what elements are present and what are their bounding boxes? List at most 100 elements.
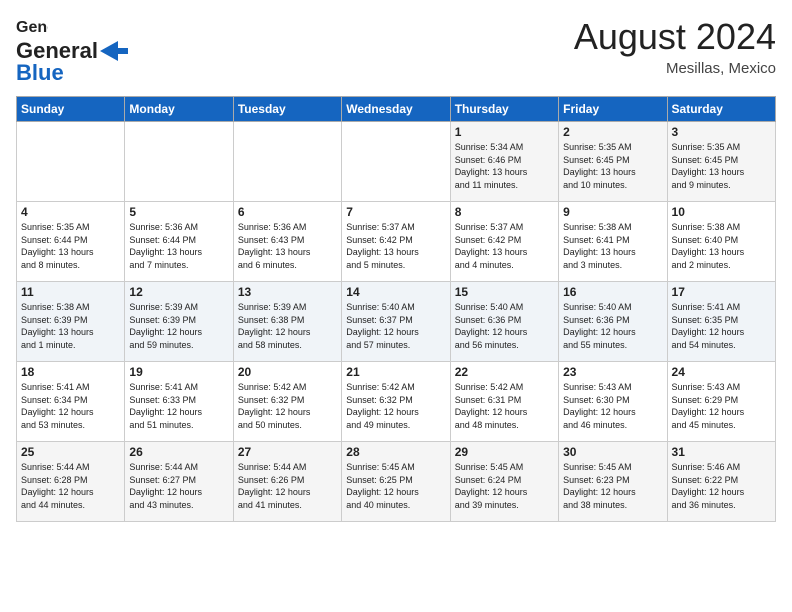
calendar-cell: 9 Sunrise: 5:38 AM Sunset: 6:41 PM Daylig…	[559, 202, 667, 282]
calendar-table: SundayMondayTuesdayWednesdayThursdayFrid…	[16, 96, 776, 522]
day-info: Sunrise: 5:35 AM Sunset: 6:44 PM Dayligh…	[21, 221, 120, 271]
day-info: Sunrise: 5:44 AM Sunset: 6:27 PM Dayligh…	[129, 461, 228, 511]
day-number: 1	[455, 125, 554, 139]
calendar-cell: 25 Sunrise: 5:44 AM Sunset: 6:28 PM Dayli…	[17, 442, 125, 522]
calendar-cell: 26 Sunrise: 5:44 AM Sunset: 6:27 PM Dayli…	[125, 442, 233, 522]
day-info: Sunrise: 5:36 AM Sunset: 6:43 PM Dayligh…	[238, 221, 337, 271]
day-info: Sunrise: 5:43 AM Sunset: 6:30 PM Dayligh…	[563, 381, 662, 431]
day-info: Sunrise: 5:35 AM Sunset: 6:45 PM Dayligh…	[672, 141, 771, 191]
day-info: Sunrise: 5:45 AM Sunset: 6:25 PM Dayligh…	[346, 461, 445, 511]
calendar-cell: 20 Sunrise: 5:42 AM Sunset: 6:32 PM Dayli…	[233, 362, 341, 442]
calendar-cell: 16Sunrise: 5:40 AM Sunset: 6:36 PM Dayli…	[559, 282, 667, 362]
day-info: Sunrise: 5:45 AM Sunset: 6:23 PM Dayligh…	[563, 461, 662, 511]
calendar-cell	[125, 122, 233, 202]
weekday-header: Tuesday	[233, 97, 341, 122]
day-number: 5	[129, 205, 228, 219]
day-info: Sunrise: 5:40 AM Sunset: 6:36 PM Dayligh…	[563, 301, 662, 351]
day-number: 8	[455, 205, 554, 219]
weekday-header: Thursday	[450, 97, 558, 122]
day-number: 25	[21, 445, 120, 459]
logo-arrow-icon	[100, 41, 128, 61]
calendar-cell: 28 Sunrise: 5:45 AM Sunset: 6:25 PM Dayli…	[342, 442, 450, 522]
day-info: Sunrise: 5:38 AM Sunset: 6:41 PM Dayligh…	[563, 221, 662, 271]
day-number: 19	[129, 365, 228, 379]
calendar-cell: 5 Sunrise: 5:36 AM Sunset: 6:44 PM Daylig…	[125, 202, 233, 282]
calendar-cell: 6 Sunrise: 5:36 AM Sunset: 6:43 PM Daylig…	[233, 202, 341, 282]
day-number: 21	[346, 365, 445, 379]
weekday-header: Monday	[125, 97, 233, 122]
day-number: 9	[563, 205, 662, 219]
calendar-cell: 7 Sunrise: 5:37 AM Sunset: 6:42 PM Daylig…	[342, 202, 450, 282]
day-info: Sunrise: 5:34 AM Sunset: 6:46 PM Dayligh…	[455, 141, 554, 191]
calendar-cell: 1 Sunrise: 5:34 AM Sunset: 6:46 PM Daylig…	[450, 122, 558, 202]
calendar-cell: 8Sunrise: 5:37 AM Sunset: 6:42 PM Daylig…	[450, 202, 558, 282]
calendar-row: 4Sunrise: 5:35 AM Sunset: 6:44 PM Daylig…	[17, 202, 776, 282]
day-info: Sunrise: 5:44 AM Sunset: 6:26 PM Dayligh…	[238, 461, 337, 511]
day-info: Sunrise: 5:45 AM Sunset: 6:24 PM Dayligh…	[455, 461, 554, 511]
day-number: 31	[672, 445, 771, 459]
day-number: 7	[346, 205, 445, 219]
day-info: Sunrise: 5:40 AM Sunset: 6:37 PM Dayligh…	[346, 301, 445, 351]
day-info: Sunrise: 5:42 AM Sunset: 6:32 PM Dayligh…	[238, 381, 337, 431]
day-info: Sunrise: 5:40 AM Sunset: 6:36 PM Dayligh…	[455, 301, 554, 351]
day-number: 22	[455, 365, 554, 379]
day-number: 28	[346, 445, 445, 459]
day-number: 10	[672, 205, 771, 219]
logo-text-blue: Blue	[16, 60, 64, 86]
calendar-cell: 21 Sunrise: 5:42 AM Sunset: 6:32 PM Dayli…	[342, 362, 450, 442]
logo-icon: General	[16, 16, 48, 38]
day-number: 23	[563, 365, 662, 379]
calendar-cell: 3Sunrise: 5:35 AM Sunset: 6:45 PM Daylig…	[667, 122, 775, 202]
calendar-cell: 12Sunrise: 5:39 AM Sunset: 6:39 PM Dayli…	[125, 282, 233, 362]
day-number: 20	[238, 365, 337, 379]
day-number: 27	[238, 445, 337, 459]
calendar-cell: 19 Sunrise: 5:41 AM Sunset: 6:33 PM Dayli…	[125, 362, 233, 442]
calendar-cell	[342, 122, 450, 202]
month-title: August 2024	[574, 16, 776, 58]
calendar-cell: 30 Sunrise: 5:45 AM Sunset: 6:23 PM Dayli…	[559, 442, 667, 522]
day-info: Sunrise: 5:44 AM Sunset: 6:28 PM Dayligh…	[21, 461, 120, 511]
day-info: Sunrise: 5:36 AM Sunset: 6:44 PM Dayligh…	[129, 221, 228, 271]
calendar-cell: 10 Sunrise: 5:38 AM Sunset: 6:40 PM Dayli…	[667, 202, 775, 282]
day-info: Sunrise: 5:41 AM Sunset: 6:34 PM Dayligh…	[21, 381, 120, 431]
weekday-header: Saturday	[667, 97, 775, 122]
calendar-cell: 4Sunrise: 5:35 AM Sunset: 6:44 PM Daylig…	[17, 202, 125, 282]
day-info: Sunrise: 5:46 AM Sunset: 6:22 PM Dayligh…	[672, 461, 771, 511]
calendar-cell	[17, 122, 125, 202]
calendar-cell: 17Sunrise: 5:41 AM Sunset: 6:35 PM Dayli…	[667, 282, 775, 362]
day-number: 17	[672, 285, 771, 299]
calendar-cell: 11 Sunrise: 5:38 AM Sunset: 6:39 PM Dayli…	[17, 282, 125, 362]
calendar-cell: 31 Sunrise: 5:46 AM Sunset: 6:22 PM Dayli…	[667, 442, 775, 522]
day-number: 30	[563, 445, 662, 459]
day-number: 6	[238, 205, 337, 219]
day-number: 14	[346, 285, 445, 299]
calendar-row: 18 Sunrise: 5:41 AM Sunset: 6:34 PM Dayli…	[17, 362, 776, 442]
day-number: 26	[129, 445, 228, 459]
calendar-cell: 2Sunrise: 5:35 AM Sunset: 6:45 PM Daylig…	[559, 122, 667, 202]
day-info: Sunrise: 5:42 AM Sunset: 6:31 PM Dayligh…	[455, 381, 554, 431]
day-info: Sunrise: 5:41 AM Sunset: 6:33 PM Dayligh…	[129, 381, 228, 431]
calendar-cell: 29 Sunrise: 5:45 AM Sunset: 6:24 PM Dayli…	[450, 442, 558, 522]
day-number: 24	[672, 365, 771, 379]
calendar-cell: 24 Sunrise: 5:43 AM Sunset: 6:29 PM Dayli…	[667, 362, 775, 442]
day-number: 18	[21, 365, 120, 379]
svg-text:General: General	[16, 19, 48, 36]
day-info: Sunrise: 5:42 AM Sunset: 6:32 PM Dayligh…	[346, 381, 445, 431]
location-text: Mesillas, Mexico	[574, 60, 776, 77]
day-number: 2	[563, 125, 662, 139]
calendar-row: 25 Sunrise: 5:44 AM Sunset: 6:28 PM Dayli…	[17, 442, 776, 522]
day-info: Sunrise: 5:43 AM Sunset: 6:29 PM Dayligh…	[672, 381, 771, 431]
title-area: August 2024 Mesillas, Mexico	[574, 16, 776, 77]
page-header: General General Blue August 2024 Mesilla…	[16, 16, 776, 86]
day-number: 11	[21, 285, 120, 299]
weekday-header-row: SundayMondayTuesdayWednesdayThursdayFrid…	[17, 97, 776, 122]
day-info: Sunrise: 5:38 AM Sunset: 6:40 PM Dayligh…	[672, 221, 771, 271]
calendar-cell: 23 Sunrise: 5:43 AM Sunset: 6:30 PM Dayli…	[559, 362, 667, 442]
day-number: 29	[455, 445, 554, 459]
logo: General General Blue	[16, 16, 128, 86]
day-info: Sunrise: 5:37 AM Sunset: 6:42 PM Dayligh…	[346, 221, 445, 271]
calendar-cell: 15Sunrise: 5:40 AM Sunset: 6:36 PM Dayli…	[450, 282, 558, 362]
calendar-cell: 22 Sunrise: 5:42 AM Sunset: 6:31 PM Dayli…	[450, 362, 558, 442]
day-info: Sunrise: 5:38 AM Sunset: 6:39 PM Dayligh…	[21, 301, 120, 351]
calendar-row: 1 Sunrise: 5:34 AM Sunset: 6:46 PM Daylig…	[17, 122, 776, 202]
